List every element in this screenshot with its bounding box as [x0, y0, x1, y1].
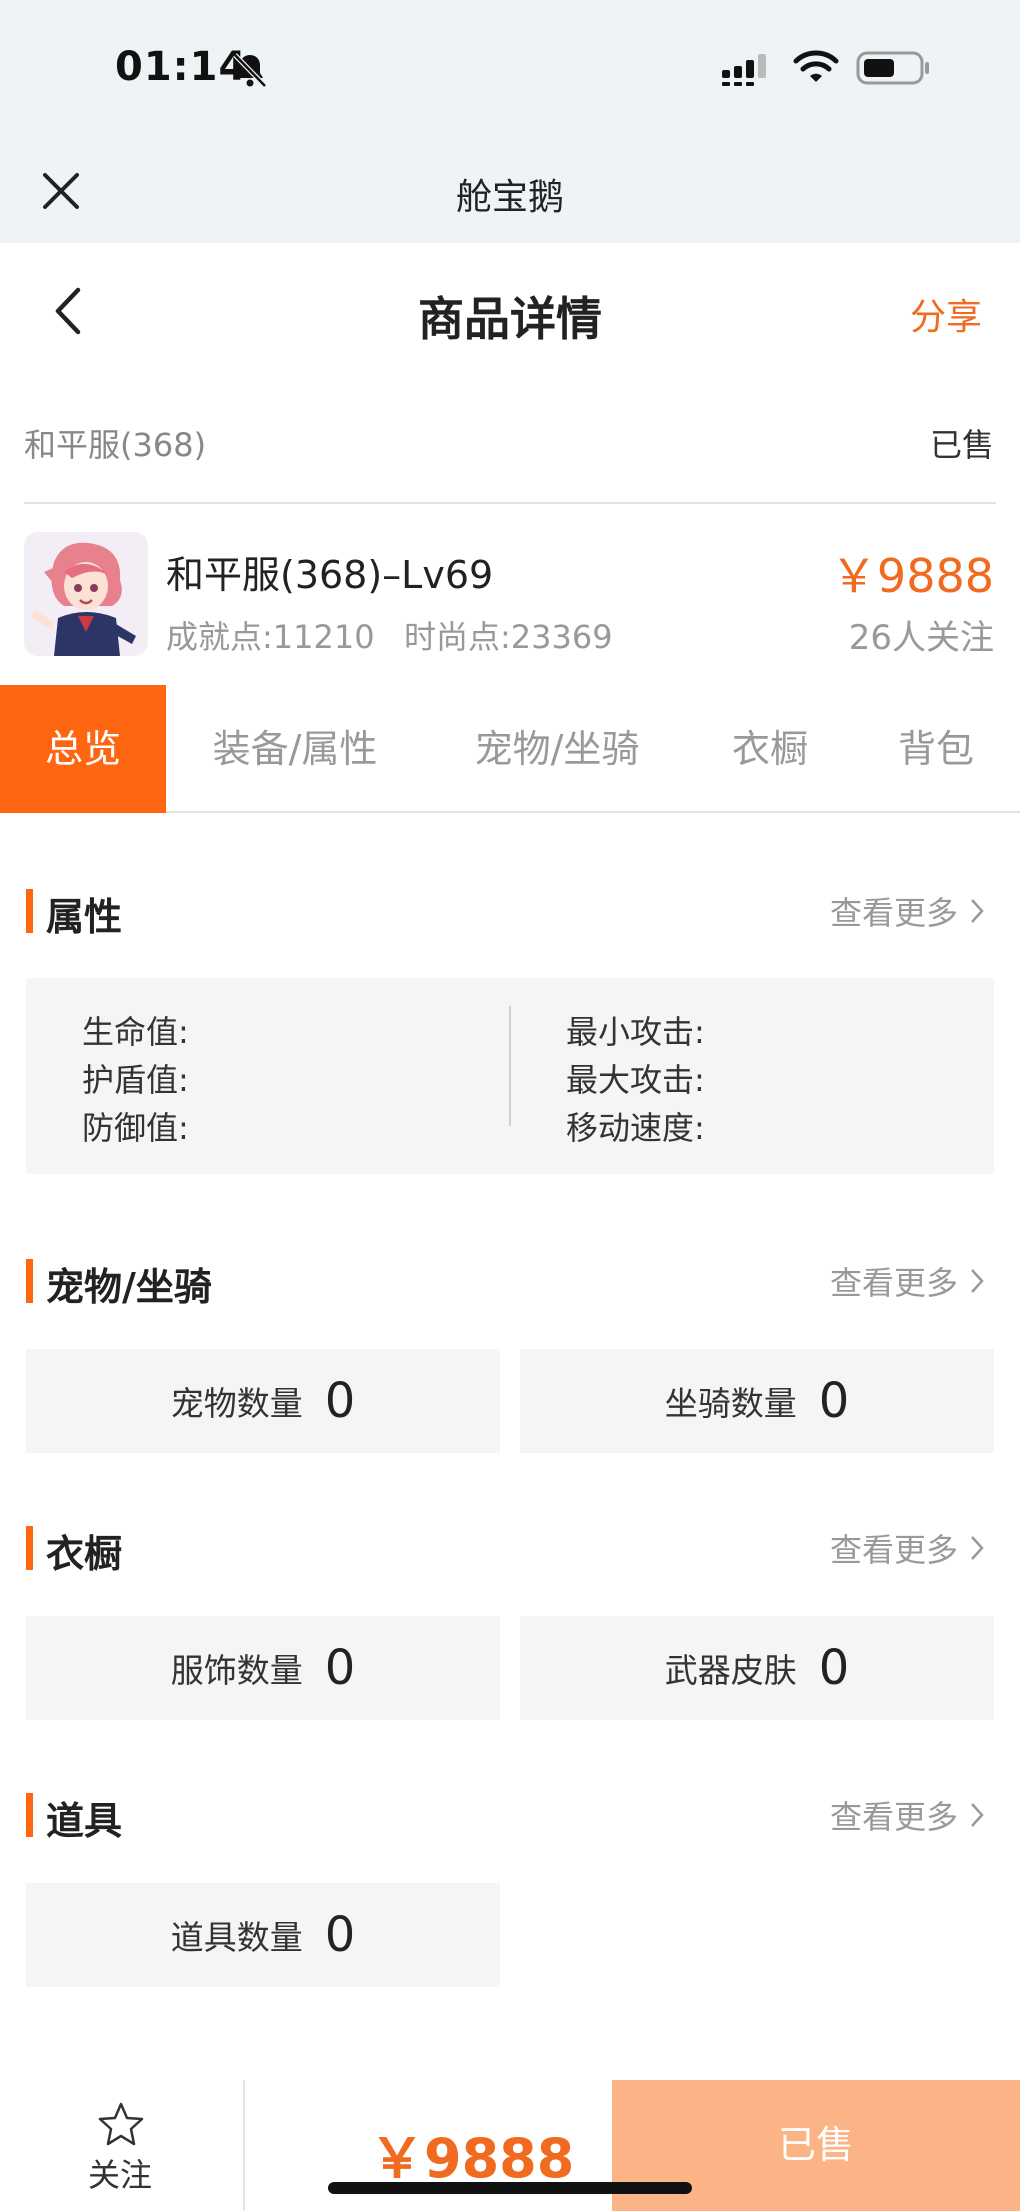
- sold-status: 已售: [929, 426, 994, 464]
- product-price: ￥9888: [830, 549, 994, 603]
- bell-muted-icon: [233, 53, 267, 88]
- section-marker: [26, 1259, 33, 1303]
- tab-overview[interactable]: 总览: [0, 685, 166, 813]
- item-count-card: 道具数量 0: [26, 1883, 500, 1987]
- bottom-divider: [243, 2080, 245, 2211]
- view-more-label: 查看更多: [829, 1798, 958, 1836]
- follow-button[interactable]: 关注: [88, 2150, 152, 2196]
- mount-count-value: 0: [818, 1373, 850, 1429]
- attr-defense: 防御值:: [82, 1109, 189, 1147]
- attr-min-attack: 最小攻击:: [566, 1013, 705, 1051]
- item-count-label: 道具数量: [170, 1918, 303, 1957]
- character-avatar: [24, 532, 148, 656]
- tab-bar: 总览 装备/属性 宠物/坐骑 衣橱 背包: [0, 685, 1020, 813]
- attr-move-speed: 移动速度:: [566, 1109, 705, 1147]
- weapon-skin-card: 武器皮肤 0: [520, 1616, 994, 1720]
- mount-count-label: 坐骑数量: [664, 1384, 797, 1423]
- attr-divider: [509, 1006, 511, 1126]
- mount-count-card: 坐骑数量 0: [520, 1349, 994, 1453]
- item-count-value: 0: [324, 1907, 356, 1963]
- section-marker: [26, 1793, 33, 1837]
- view-more-items[interactable]: 查看更多: [830, 1792, 986, 1838]
- view-more-attributes[interactable]: 查看更多: [830, 888, 986, 934]
- section-title-items: 道具: [46, 1799, 123, 1843]
- product-name: 和平服(368)–Lv69: [166, 553, 494, 597]
- pet-count-card: 宠物数量 0: [26, 1349, 500, 1453]
- page-title: 商品详情: [418, 292, 602, 346]
- fashion-points: 时尚点:23369: [404, 618, 613, 656]
- divider: [24, 502, 996, 504]
- chevron-right-icon: [971, 1269, 984, 1293]
- follower-count: 26人关注: [848, 618, 994, 658]
- pet-count-value: 0: [324, 1373, 356, 1429]
- outfit-count-value: 0: [324, 1640, 356, 1696]
- achievement-points: 成就点:11210: [166, 618, 375, 656]
- mini-program-title: 舱宝鹅: [455, 177, 564, 218]
- chevron-right-icon: [971, 1803, 984, 1827]
- tab-backpack[interactable]: 背包: [876, 685, 996, 813]
- share-button[interactable]: 分享: [910, 288, 982, 340]
- section-marker: [26, 1526, 33, 1570]
- outfit-count-label: 服饰数量: [170, 1651, 303, 1690]
- pet-count-label: 宠物数量: [170, 1384, 303, 1423]
- battery-icon: [856, 51, 929, 85]
- attr-hp: 生命值:: [82, 1013, 189, 1051]
- view-more-label: 查看更多: [829, 1264, 958, 1302]
- weapon-skin-value: 0: [818, 1640, 850, 1696]
- tab-equipment[interactable]: 装备/属性: [190, 685, 400, 813]
- chevron-right-icon: [971, 1536, 984, 1560]
- outfit-count-card: 服饰数量 0: [26, 1616, 500, 1720]
- home-indicator: [328, 2182, 692, 2194]
- view-more-label: 查看更多: [829, 894, 958, 932]
- view-more-pets[interactable]: 查看更多: [830, 1258, 986, 1304]
- chevron-right-icon: [971, 899, 984, 923]
- attr-max-attack: 最大攻击:: [566, 1061, 705, 1099]
- server-name: 和平服(368): [24, 426, 207, 464]
- weapon-skin-label: 武器皮肤: [664, 1651, 797, 1690]
- status-time: 01:14: [115, 44, 248, 90]
- wifi-icon: [793, 50, 839, 82]
- tab-wardrobe[interactable]: 衣橱: [710, 685, 830, 813]
- section-marker: [26, 889, 33, 933]
- attr-shield: 护盾值:: [82, 1061, 189, 1099]
- section-title-wardrobe: 衣橱: [46, 1532, 123, 1576]
- section-title-attributes: 属性: [46, 895, 123, 939]
- star-icon[interactable]: [96, 2100, 146, 2150]
- view-more-label: 查看更多: [829, 1531, 958, 1569]
- cellular-signal-icon: [722, 54, 766, 86]
- attribute-panel: 生命值: 护盾值: 防御值: 最小攻击: 最大攻击: 移动速度:: [26, 978, 994, 1174]
- section-title-pets: 宠物/坐骑: [46, 1265, 212, 1309]
- view-more-wardrobe[interactable]: 查看更多: [830, 1525, 986, 1571]
- tab-pets-mounts[interactable]: 宠物/坐骑: [452, 685, 662, 813]
